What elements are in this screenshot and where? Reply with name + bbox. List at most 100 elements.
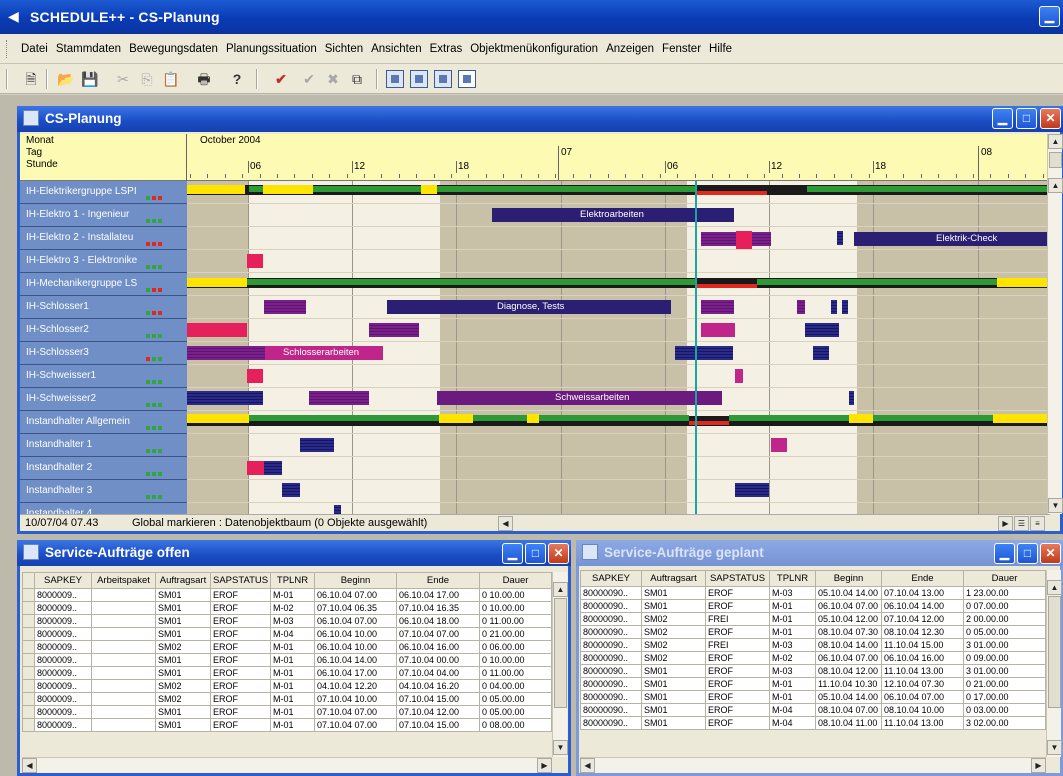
- gantt-vertical-scrollbar[interactable]: ▲ ▲ ▼: [1047, 134, 1063, 514]
- row-header[interactable]: [22, 718, 35, 732]
- table-cell[interactable]: [91, 692, 156, 706]
- table-cell[interactable]: SM02: [641, 638, 706, 652]
- table-cell[interactable]: M-01: [270, 705, 315, 719]
- table-cell[interactable]: 80000090..: [580, 716, 642, 730]
- table-cell[interactable]: M-03: [769, 664, 816, 678]
- table-cell[interactable]: SM01: [155, 601, 211, 615]
- table-cell[interactable]: 08.10.04 10.00: [881, 703, 964, 717]
- table-cell[interactable]: M-01: [270, 692, 315, 706]
- table-cell[interactable]: SM01: [641, 690, 706, 704]
- column-header[interactable]: Beginn: [815, 570, 882, 587]
- maximize-button[interactable]: □: [525, 543, 546, 564]
- column-header[interactable]: SAPKEY: [34, 572, 92, 589]
- table-cell[interactable]: 07.10.04 00.00: [396, 653, 480, 667]
- table-cell[interactable]: 80000090..: [580, 625, 642, 639]
- table-cell[interactable]: 05.10.04 12.00: [815, 612, 882, 626]
- table-cell[interactable]: [91, 705, 156, 719]
- table-cell[interactable]: 07.10.04 10.00: [314, 692, 397, 706]
- table-cell[interactable]: EROF: [705, 625, 770, 639]
- table-cell[interactable]: SM01: [641, 599, 706, 613]
- table-cell[interactable]: 0 09.00.00: [963, 651, 1046, 665]
- table-cell[interactable]: 0 07.00.00: [963, 599, 1046, 613]
- gantt-bar[interactable]: [369, 323, 419, 337]
- gantt-bar[interactable]: [187, 391, 263, 405]
- save-icon[interactable]: 💾: [79, 68, 101, 90]
- table-cell[interactable]: SM01: [155, 653, 211, 667]
- table-cell[interactable]: M-04: [769, 716, 816, 730]
- gantt-bar[interactable]: [309, 391, 369, 405]
- table-cell[interactable]: M-01: [270, 653, 315, 667]
- table-cell[interactable]: 8000009..: [34, 627, 92, 641]
- new-document-icon[interactable]: 🗎: [20, 68, 42, 90]
- row-header[interactable]: [22, 588, 35, 602]
- table-row[interactable]: 80000090.. SM01 EROF M-04 08.10.04 11.00 11.1…: [580, 716, 1046, 730]
- copy-icon[interactable]: ⎘: [136, 68, 158, 90]
- menu-sichten[interactable]: Sichten: [325, 43, 367, 55]
- maximize-button[interactable]: □: [1017, 543, 1038, 564]
- gantt-bar[interactable]: [282, 483, 300, 497]
- gantt-bar[interactable]: Elektrik-Check: [854, 232, 1050, 246]
- table-cell[interactable]: 07.10.04 06.35: [314, 601, 397, 615]
- table-cell[interactable]: EROF: [210, 653, 271, 667]
- planning-window-titlebar[interactable]: CS-Planung ▁ □ ✕: [17, 106, 1063, 132]
- table-row[interactable]: 8000009.. SM02 EROF M-01 06.10.04 10.00 06.10…: [22, 640, 552, 654]
- table-cell[interactable]: 0 10.00.00: [479, 588, 552, 602]
- table-cell[interactable]: EROF: [705, 586, 770, 600]
- scroll-up-button[interactable]: ▲: [1047, 580, 1062, 595]
- table-row[interactable]: 80000090.. SM02 EROF M-01 08.10.04 07.30 08.1…: [580, 625, 1046, 639]
- gantt-bar[interactable]: [247, 369, 263, 383]
- table-cell[interactable]: M-01: [769, 677, 816, 691]
- table-cell[interactable]: [91, 601, 156, 615]
- table-row[interactable]: 8000009.. SM01 EROF M-01 06.10.04 07.00 06.10…: [22, 588, 552, 602]
- view-3-icon[interactable]: [434, 70, 452, 88]
- open-folder-icon[interactable]: 📂: [55, 68, 77, 90]
- view-1-icon[interactable]: [386, 70, 404, 88]
- table-row[interactable]: 8000009.. SM01 EROF M-01 06.10.04 14.00 07.10…: [22, 653, 552, 667]
- gantt-bar[interactable]: [842, 300, 848, 314]
- gantt-bar[interactable]: Schlosserarbeiten: [265, 346, 383, 360]
- table-cell[interactable]: 8000009..: [34, 692, 92, 706]
- paste-icon[interactable]: 📋: [160, 68, 182, 90]
- scroll-right-button[interactable]: ▶: [537, 758, 552, 773]
- table-cell[interactable]: SM01: [155, 666, 211, 680]
- table-cell[interactable]: SM01: [155, 718, 211, 732]
- list-view-icon[interactable]: ≡: [1030, 516, 1045, 531]
- menu-objektmenuekonfiguration[interactable]: Objektmenükonfiguration: [470, 43, 602, 55]
- table-cell[interactable]: 8000009..: [34, 679, 92, 693]
- table-cell[interactable]: 0 06.00.00: [479, 640, 552, 654]
- table-cell[interactable]: SM02: [155, 679, 211, 693]
- table-cell[interactable]: 04.10.04 16.20: [396, 679, 480, 693]
- table-cell[interactable]: 07.10.04 12.00: [396, 705, 480, 719]
- resource-row[interactable]: Instandhalter 3: [20, 480, 187, 503]
- table-cell[interactable]: SM01: [155, 627, 211, 641]
- column-header[interactable]: Ende: [881, 570, 964, 587]
- close-button[interactable]: ✕: [1040, 108, 1061, 129]
- scroll-left-button[interactable]: ◀: [22, 758, 37, 773]
- resource-row[interactable]: IH-Schweisser2: [20, 388, 187, 411]
- table-cell[interactable]: 80000090..: [580, 612, 642, 626]
- table-cell[interactable]: 11.10.04 13.00: [881, 716, 964, 730]
- gantt-bar[interactable]: [837, 231, 843, 245]
- column-header[interactable]: Dauer: [479, 572, 552, 589]
- table-cell[interactable]: 8000009..: [34, 614, 92, 628]
- table-cell[interactable]: SM02: [155, 640, 211, 654]
- table-cell[interactable]: 08.10.04 11.00: [815, 716, 882, 730]
- table-cell[interactable]: 05.10.04 14.00: [815, 586, 882, 600]
- open-orders-horizontal-scrollbar[interactable]: ◀ ▶: [22, 757, 552, 773]
- check-red-icon[interactable]: ✔: [270, 68, 292, 90]
- table-cell[interactable]: EROF: [705, 664, 770, 678]
- gantt-bar[interactable]: [187, 323, 247, 337]
- table-cell[interactable]: SM01: [641, 677, 706, 691]
- menu-hilfe[interactable]: Hilfe: [709, 43, 736, 55]
- row-header[interactable]: [22, 601, 35, 615]
- confirm-icon[interactable]: ✔: [298, 68, 320, 90]
- table-cell[interactable]: EROF: [210, 588, 271, 602]
- table-cell[interactable]: SM02: [641, 625, 706, 639]
- column-header[interactable]: Auftragsart: [155, 572, 211, 589]
- row-header[interactable]: [22, 627, 35, 641]
- table-cell[interactable]: 80000090..: [580, 690, 642, 704]
- table-cell[interactable]: [91, 614, 156, 628]
- menu-planungssituation[interactable]: Planungssituation: [226, 43, 321, 55]
- table-cell[interactable]: 0 04.00.00: [479, 679, 552, 693]
- app-title-bar[interactable]: ◀ SCHEDULE++ - CS-Planung ▁: [0, 0, 1063, 34]
